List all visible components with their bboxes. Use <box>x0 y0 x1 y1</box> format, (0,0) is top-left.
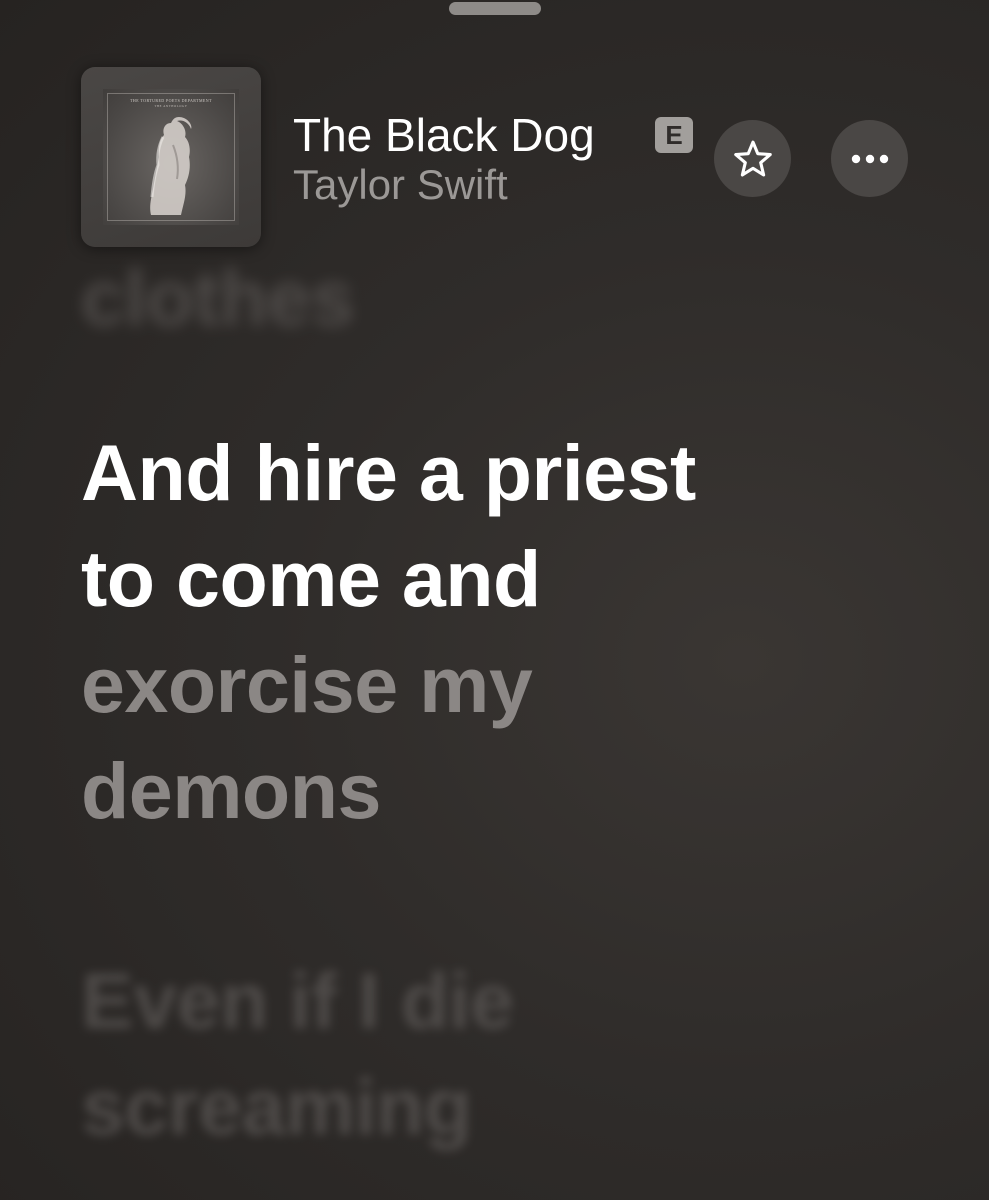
album-cover-subtitle: THE ANTHOLOGY <box>154 104 188 108</box>
album-cover-figure <box>150 117 192 215</box>
previous-lyric-line[interactable]: clothes <box>81 245 355 351</box>
album-cover-title: THE TORTURED POETS DEPARTMENT <box>130 98 212 103</box>
current-lyric-upcoming[interactable]: exorcise my demons <box>81 632 533 844</box>
ellipsis-icon <box>851 154 888 163</box>
album-cover-image: THE TORTURED POETS DEPARTMENT THE ANTHOL… <box>103 89 239 225</box>
favorite-button[interactable] <box>714 120 791 197</box>
star-icon <box>733 140 772 177</box>
current-lyric-sung[interactable]: And hire a priest to come and <box>81 420 696 632</box>
sheet-grabber[interactable] <box>449 2 541 15</box>
album-artwork[interactable]: THE TORTURED POETS DEPARTMENT THE ANTHOL… <box>81 67 261 247</box>
next-lyric-line[interactable]: Even if I die screaming <box>81 948 514 1160</box>
more-options-button[interactable] <box>831 120 908 197</box>
explicit-badge: E <box>655 117 693 153</box>
artist-name[interactable]: Taylor Swift <box>293 160 508 210</box>
song-title: The Black Dog <box>293 109 595 161</box>
